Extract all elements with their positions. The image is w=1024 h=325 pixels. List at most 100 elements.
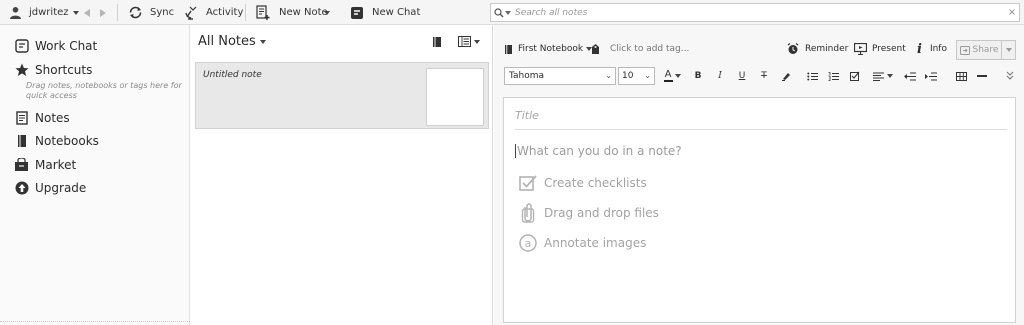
note-body-field[interactable]: What can you do in a note?	[515, 144, 682, 158]
note-list-header: All Notes	[190, 25, 493, 58]
bold-icon: B	[694, 71, 702, 81]
sidebar-item-work-chat[interactable]: Work Chat	[14, 36, 97, 56]
font-family-select[interactable]: Tahoma ⌄	[504, 67, 616, 85]
italic-icon: I	[718, 71, 722, 81]
back-arrow-icon	[82, 8, 92, 18]
chevron-down-icon	[887, 74, 893, 78]
forward-button[interactable]	[98, 0, 108, 25]
bold-button[interactable]: B	[691, 66, 705, 86]
account-name: jdwritez	[29, 7, 69, 18]
insert-table-button[interactable]	[953, 66, 969, 86]
note-body-placeholder: What can you do in a note?	[517, 144, 682, 158]
horizontal-rule-icon	[977, 75, 987, 77]
underline-icon: U	[738, 71, 746, 81]
formatting-toolbar: Tahoma ⌄ 10 ⌄ A B I U T	[494, 66, 1024, 88]
view-options-icon[interactable]	[458, 36, 480, 47]
toolbar-divider	[117, 4, 118, 21]
numbered-list-icon	[828, 71, 839, 81]
tag-icon	[591, 43, 600, 55]
info-button[interactable]: i Info	[917, 36, 947, 62]
sidebar-item-notes[interactable]: Notes	[14, 108, 70, 128]
annotate-at-icon: a	[518, 233, 538, 253]
sidebar-item-market[interactable]: Market	[14, 155, 76, 175]
chevron-down-icon	[324, 10, 330, 15]
chevron-down-icon	[259, 39, 266, 44]
add-tag-field[interactable]: Click to add tag...	[591, 36, 689, 62]
search-input[interactable]	[511, 4, 1005, 21]
font-family-value: Tahoma	[509, 71, 545, 81]
notebook-icon	[14, 134, 29, 149]
note-list-scope-menu[interactable]: All Notes	[198, 34, 266, 49]
user-icon	[9, 6, 22, 19]
tag-placeholder: Click to add tag...	[610, 44, 690, 54]
notebook-filter-icon[interactable]	[432, 36, 442, 48]
share-dropdown-icon[interactable]	[1001, 41, 1015, 59]
underline-button[interactable]: U	[735, 66, 749, 86]
tip-label: Create checklists	[544, 176, 647, 190]
new-note-button[interactable]: New Note	[256, 0, 328, 25]
notebook-selector[interactable]: First Notebook	[504, 36, 593, 62]
sidebar-item-label: Upgrade	[35, 181, 87, 195]
horizontal-rule-button[interactable]	[974, 66, 990, 86]
sidebar-item-notebooks[interactable]: Notebooks	[14, 131, 99, 151]
checkbox-button[interactable]	[847, 66, 863, 86]
sidebar-item-shortcuts[interactable]: Shortcuts	[14, 60, 92, 80]
new-note-dropdown[interactable]	[324, 0, 330, 25]
highlight-button[interactable]	[778, 66, 794, 86]
share-label: Share	[972, 45, 999, 55]
note-icon	[14, 111, 29, 126]
chevron-down-icon: ⌄	[605, 71, 612, 80]
checkbox-icon	[850, 71, 860, 81]
note-list-item[interactable]: Untitled note	[195, 62, 489, 129]
chat-icon	[14, 39, 29, 54]
market-icon	[14, 158, 29, 173]
new-chat-button[interactable]: New Chat	[350, 0, 420, 25]
sync-button[interactable]: Sync	[128, 0, 174, 25]
account-menu[interactable]: jdwritez	[9, 0, 79, 25]
chevron-down-icon	[674, 74, 681, 78]
activity-button[interactable]: Activity	[184, 0, 243, 25]
tip-label: Drag and drop files	[544, 206, 659, 220]
share-icon	[959, 45, 970, 55]
table-icon	[955, 71, 967, 81]
note-list-title: All Notes	[198, 34, 256, 49]
outdent-button[interactable]	[902, 66, 918, 86]
bulleted-list-button[interactable]	[804, 66, 820, 86]
present-button[interactable]: Present	[854, 36, 906, 62]
align-button[interactable]	[869, 66, 897, 86]
sidebar-resize-handle[interactable]	[0, 321, 190, 325]
chevron-down-icon	[72, 10, 79, 15]
strikethrough-button[interactable]: T	[757, 66, 771, 86]
reminder-button[interactable]: Reminder	[787, 36, 848, 62]
highlighter-icon	[781, 71, 791, 81]
align-left-icon	[873, 71, 884, 81]
sidebar: Work Chat Shortcuts Drag notes, notebook…	[0, 25, 190, 325]
numbered-list-button[interactable]	[825, 66, 841, 86]
text-color-icon: A	[663, 69, 673, 82]
info-label: Info	[929, 44, 947, 54]
tip-item: Drag and drop files	[518, 203, 659, 223]
outdent-icon	[904, 72, 916, 81]
note-document[interactable]: Title What can you do in a note? Create …	[503, 97, 1016, 323]
alarm-clock-icon	[787, 43, 799, 55]
clear-search-icon[interactable]: ×	[1005, 7, 1019, 18]
editor-header: First Notebook Click to add tag... Remin…	[494, 36, 1024, 62]
new-note-label: New Note	[279, 7, 328, 18]
search-icon[interactable]	[494, 7, 511, 18]
text-color-button[interactable]: A	[662, 66, 682, 86]
top-toolbar: jdwritez Sync Activity New Note New Chat…	[0, 0, 1024, 25]
note-title-field[interactable]: Title	[515, 109, 1007, 130]
sidebar-item-label: Market	[35, 158, 77, 172]
share-button[interactable]: Share	[956, 40, 1016, 60]
indent-button[interactable]	[923, 66, 939, 86]
italic-button[interactable]: I	[713, 66, 727, 86]
sidebar-item-upgrade[interactable]: Upgrade	[14, 178, 86, 198]
info-icon: i	[917, 41, 922, 57]
more-formatting-button[interactable]	[1004, 66, 1016, 86]
text-cursor	[515, 144, 516, 158]
forward-arrow-icon	[98, 8, 108, 18]
font-size-value: 10	[622, 71, 634, 81]
bulleted-list-icon	[806, 72, 818, 81]
back-button[interactable]	[82, 0, 92, 25]
font-size-select[interactable]: 10 ⌄	[618, 67, 655, 85]
